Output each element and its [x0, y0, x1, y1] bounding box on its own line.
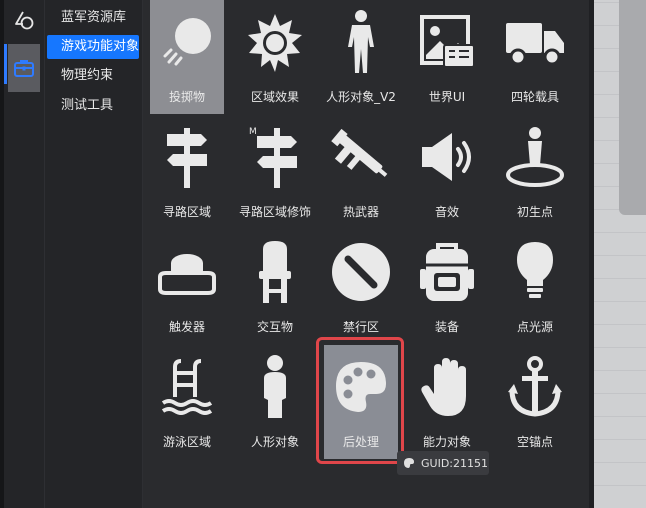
humanoid-icon	[264, 355, 286, 418]
humanoid-v2-icon	[348, 10, 374, 73]
truck-icon	[506, 23, 564, 66]
tile-label: 点光源	[516, 320, 553, 334]
tile-label: 热武器	[342, 205, 379, 219]
hand-icon	[421, 358, 466, 416]
tile-label: 能力对象	[422, 435, 471, 449]
shapes-icon	[15, 11, 34, 30]
tile-world-ui[interactable]: 世界UI	[410, 0, 484, 114]
tile-label: 游泳区域	[162, 435, 211, 449]
tile-label: 区域效果	[250, 90, 299, 104]
rail-toolbox-button[interactable]	[4, 44, 40, 92]
svg-text:M: M	[249, 127, 257, 137]
gun-icon	[331, 128, 388, 177]
tile-label: 触发器	[168, 320, 205, 334]
tile-point-light[interactable]: 点光源	[498, 230, 572, 344]
tile-label: 装备	[434, 320, 459, 334]
tile-label: 世界UI	[428, 90, 466, 104]
rail-shapes-button[interactable]	[8, 0, 40, 40]
viewport-preview	[589, 0, 646, 508]
tile-label: 人形对象_V2	[326, 90, 396, 104]
tile-no-entry-zone[interactable]: 禁行区	[324, 230, 398, 344]
tile-equipment[interactable]: 装备	[410, 230, 484, 344]
spawn-point-icon	[506, 127, 564, 187]
tile-label: 投掷物	[168, 90, 205, 104]
tile-label: 空锚点	[516, 435, 553, 449]
left-icon-rail	[4, 0, 45, 508]
tile-label: 寻路区域修饰	[238, 205, 311, 219]
trigger-button-icon	[158, 254, 216, 295]
signpost-modifier-icon: M	[249, 127, 297, 188]
signpost-icon	[167, 128, 207, 188]
tile-label: 禁行区	[342, 320, 379, 334]
tile-ability-object[interactable]: 能力对象	[410, 345, 484, 459]
chair-icon	[259, 241, 291, 303]
pool-ladder-icon	[161, 359, 213, 415]
no-entry-icon	[332, 243, 390, 301]
throwable-icon	[163, 18, 211, 66]
palette-small-icon	[404, 458, 414, 468]
tile-label: 交互物	[256, 320, 293, 334]
speaker-icon	[422, 133, 471, 181]
category-blue-army-library[interactable]: 蓝军资源库	[47, 6, 139, 30]
tile-label: 四轮载具	[510, 90, 559, 104]
tile-humanoid[interactable]: 人形对象	[238, 345, 312, 459]
anchor-icon	[508, 356, 562, 417]
tile-firearm[interactable]: 热武器	[324, 115, 398, 229]
tile-empty-anchor[interactable]: 空锚点	[498, 345, 572, 459]
tile-trigger[interactable]: 触发器	[150, 230, 224, 344]
category-test-tools[interactable]: 测试工具	[47, 94, 139, 118]
tile-four-wheel-vehicle[interactable]: 四轮载具	[498, 0, 572, 114]
tile-pathfinding-modifier[interactable]: M 寻路区域修饰	[238, 115, 312, 229]
tile-label: 寻路区域	[162, 205, 211, 219]
light-bulb-icon	[517, 242, 553, 298]
toolbox-icon	[14, 60, 34, 77]
tile-label: 人形对象	[250, 435, 299, 449]
world-ui-icon	[420, 15, 475, 68]
hover-highlight-frame	[316, 337, 404, 464]
tile-interactable-object[interactable]: 交互物	[238, 230, 312, 344]
category-game-function-objects[interactable]: 游戏功能对象	[47, 35, 139, 59]
tile-humanoid-v2[interactable]: 人形对象_V2	[324, 0, 398, 114]
guid-tooltip: GUID:21151	[397, 451, 489, 475]
tile-pathfinding-area[interactable]: 寻路区域	[150, 115, 224, 229]
tooltip-text: GUID:21151	[421, 456, 488, 470]
backpack-icon	[420, 243, 474, 301]
sun-area-icon	[248, 14, 302, 72]
tile-label: 初生点	[516, 205, 553, 219]
tile-sound-effect[interactable]: 音效	[410, 115, 484, 229]
category-panel: 蓝军资源库 游戏功能对象 物理约束 测试工具	[45, 0, 143, 508]
tile-swimming-area[interactable]: 游泳区域	[150, 345, 224, 459]
tile-throwable[interactable]: 投掷物	[150, 0, 224, 114]
category-physics-constraints[interactable]: 物理约束	[47, 64, 139, 88]
tile-label: 音效	[434, 205, 459, 219]
tile-area-effect[interactable]: 区域效果	[238, 0, 312, 114]
tile-spawn-point[interactable]: 初生点	[498, 115, 572, 229]
